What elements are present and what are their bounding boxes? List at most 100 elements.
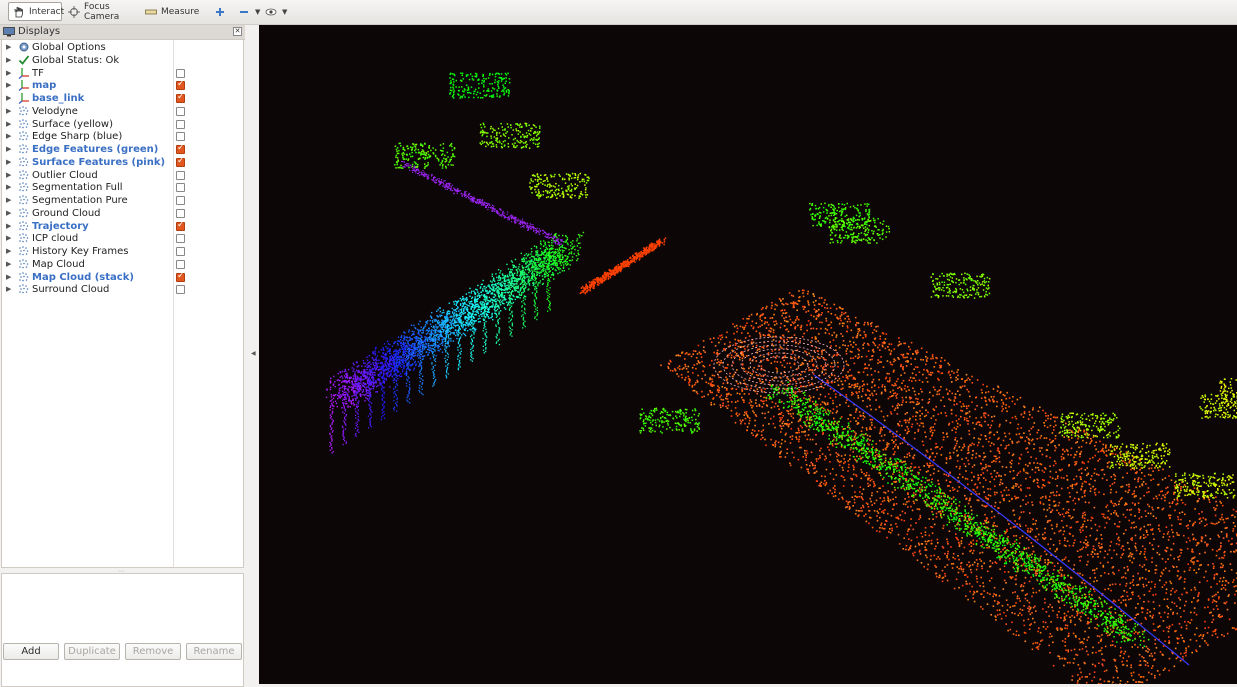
display-item[interactable]: ▶ Segmentation Full (2, 181, 243, 194)
measure-label: Measure (161, 7, 199, 17)
enable-checkbox[interactable] (176, 94, 185, 103)
expand-arrow-icon[interactable]: ▶ (6, 132, 11, 140)
collapse-panel-icon[interactable]: ◀ (251, 350, 256, 357)
expand-arrow-icon[interactable]: ▶ (6, 285, 11, 293)
enable-checkbox[interactable] (176, 209, 185, 218)
expand-arrow-icon[interactable]: ▶ (6, 273, 11, 281)
focus-camera-label: Focus Camera (84, 2, 138, 22)
display-item[interactable]: ▶ Global Options (2, 41, 243, 54)
displays-tree[interactable]: ▶ Global Options▶Global Status: Ok▶TF▶map… (1, 39, 244, 568)
axes-icon (18, 92, 30, 104)
enable-checkbox[interactable] (176, 132, 185, 141)
hand-icon (13, 6, 25, 18)
expand-arrow-icon[interactable]: ▶ (6, 56, 11, 64)
focus-camera-tool-button[interactable]: Focus Camera (68, 2, 138, 21)
enable-checkbox[interactable] (176, 196, 185, 205)
expand-arrow-icon[interactable]: ▶ (6, 196, 11, 204)
enable-checkbox[interactable] (176, 260, 185, 269)
display-item[interactable]: ▶map (2, 79, 243, 92)
expand-arrow-icon[interactable]: ▶ (6, 183, 11, 191)
display-item[interactable]: ▶Global Status: Ok (2, 54, 243, 67)
display-item-label: Velodyne (32, 105, 78, 118)
interact-tool-button[interactable]: Interact (8, 2, 62, 21)
enable-checkbox[interactable] (176, 285, 185, 294)
display-item[interactable]: ▶ base_link (2, 92, 243, 105)
display-item-label: Surface Features (pink) (32, 156, 165, 169)
expand-arrow-icon[interactable]: ▶ (6, 43, 11, 51)
add-tool-button[interactable] (214, 2, 228, 21)
enable-checkbox[interactable] (176, 171, 185, 180)
display-item-label: History Key Frames (32, 245, 128, 258)
expand-arrow-icon[interactable]: ▶ (6, 81, 11, 89)
enable-checkbox[interactable] (176, 69, 185, 78)
pointcloud-icon (18, 207, 30, 219)
enable-checkbox[interactable] (176, 107, 185, 116)
ruler-icon (145, 6, 157, 18)
expand-arrow-icon[interactable]: ▶ (6, 247, 11, 255)
display-item[interactable]: ▶Segmentation Pure (2, 194, 243, 207)
enable-checkbox[interactable] (176, 273, 185, 282)
display-item[interactable]: ▶ Velodyne (2, 105, 243, 118)
display-item[interactable]: ▶ Surface Features (pink) (2, 156, 243, 169)
expand-arrow-icon[interactable]: ▶ (6, 145, 11, 153)
display-item[interactable]: ▶ Surface (yellow) (2, 118, 243, 131)
pointcloud-icon (18, 105, 30, 117)
view-tool-button[interactable]: ▼ (265, 2, 287, 21)
enable-checkbox[interactable] (176, 120, 185, 129)
gear-icon (18, 41, 30, 53)
3d-viewport[interactable] (259, 25, 1237, 684)
expand-arrow-icon[interactable]: ▶ (6, 107, 11, 115)
pointcloud-icon (18, 169, 30, 181)
expand-arrow-icon[interactable]: ▶ (6, 234, 11, 242)
displays-panel-title: Displays (18, 26, 60, 37)
pointcloud-icon (18, 130, 30, 142)
remove-button[interactable]: Remove (125, 643, 181, 660)
display-item-label: Outlier Cloud (32, 169, 98, 182)
duplicate-button[interactable]: Duplicate (64, 643, 120, 660)
display-item[interactable]: ▶ Map Cloud (2, 258, 243, 271)
rename-button[interactable]: Rename (186, 643, 242, 660)
display-item[interactable]: ▶Edge Sharp (blue) (2, 130, 243, 143)
display-item[interactable]: ▶Map Cloud (stack) (2, 271, 243, 284)
enable-checkbox[interactable] (176, 158, 185, 167)
check-icon (18, 54, 30, 66)
display-item-label: Global Options (32, 41, 106, 54)
expand-arrow-icon[interactable]: ▶ (6, 94, 11, 102)
expand-arrow-icon[interactable]: ▶ (6, 209, 11, 217)
enable-checkbox[interactable] (176, 234, 185, 243)
expand-arrow-icon[interactable]: ▶ (6, 69, 11, 77)
display-item[interactable]: ▶TF (2, 67, 243, 80)
enable-checkbox[interactable] (176, 247, 185, 256)
enable-checkbox[interactable] (176, 145, 185, 154)
display-item[interactable]: ▶Trajectory (2, 220, 243, 233)
displays-panel-header: Displays ✕ (0, 25, 245, 40)
enable-checkbox[interactable] (176, 81, 185, 90)
measure-tool-button[interactable]: Measure (145, 2, 195, 21)
display-item-label: Segmentation Full (32, 181, 123, 194)
enable-checkbox[interactable] (176, 183, 185, 192)
display-item-label: Surface (yellow) (32, 118, 113, 131)
dropdown-caret-icon: ▼ (255, 8, 260, 16)
display-item-label: base_link (32, 92, 84, 105)
expand-arrow-icon[interactable]: ▶ (6, 260, 11, 268)
enable-checkbox[interactable] (176, 222, 185, 231)
expand-arrow-icon[interactable]: ▶ (6, 222, 11, 230)
expand-arrow-icon[interactable]: ▶ (6, 120, 11, 128)
display-item[interactable]: ▶Surround Cloud (2, 283, 243, 296)
display-item-label: Map Cloud (32, 258, 85, 271)
pointcloud-icon (18, 118, 30, 130)
point-cloud-render (259, 25, 1237, 684)
add-button[interactable]: Add (3, 643, 59, 660)
close-icon[interactable]: ✕ (233, 27, 242, 36)
display-item[interactable]: ▶ Edge Features (green) (2, 143, 243, 156)
display-item[interactable]: ▶ Outlier Cloud (2, 169, 243, 182)
display-item[interactable]: ▶Ground Cloud (2, 207, 243, 220)
pointcloud-icon (18, 156, 30, 168)
display-item-label: Edge Features (green) (32, 143, 158, 156)
display-item[interactable]: ▶ICP cloud (2, 232, 243, 245)
expand-arrow-icon[interactable]: ▶ (6, 171, 11, 179)
interact-label: Interact (29, 7, 64, 17)
expand-arrow-icon[interactable]: ▶ (6, 158, 11, 166)
display-item[interactable]: ▶ History Key Frames (2, 245, 243, 258)
remove-tool-button[interactable]: ▼ (238, 2, 258, 21)
